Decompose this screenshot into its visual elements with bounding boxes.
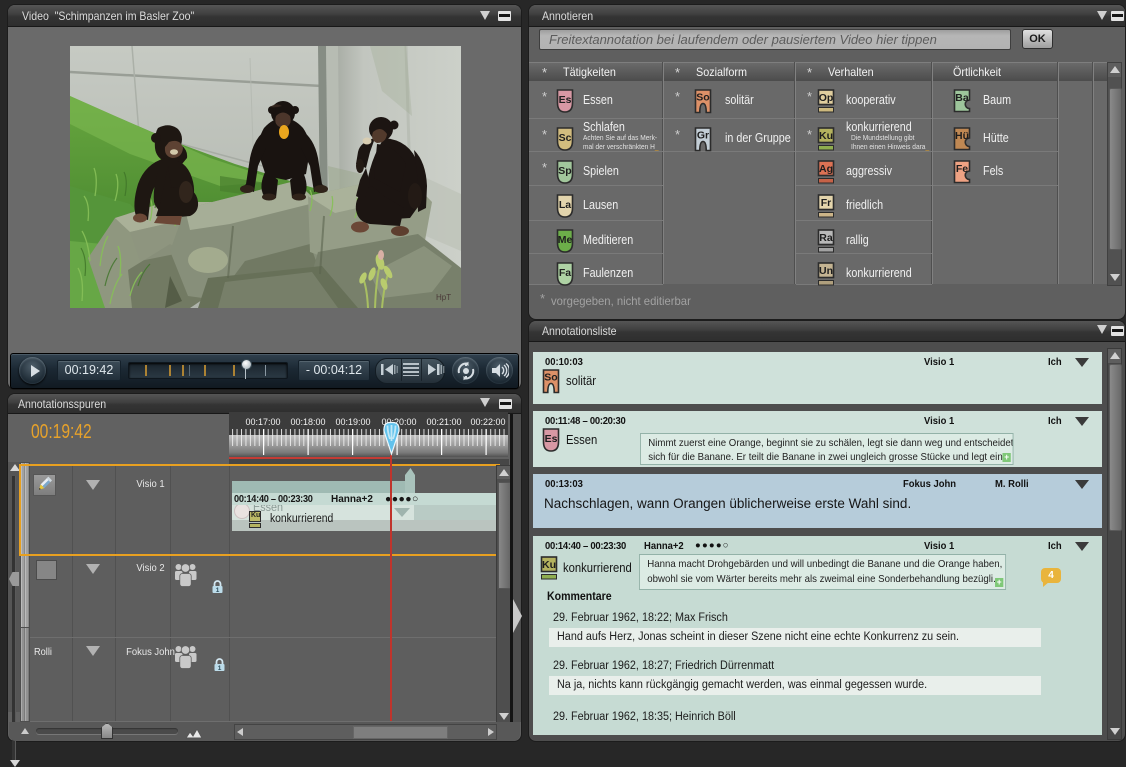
svg-text:HpT: HpT <box>436 293 451 302</box>
svg-text:Ag: Ag <box>819 163 833 175</box>
svg-text:Op: Op <box>819 92 834 104</box>
svg-text:Fa: Fa <box>559 267 571 279</box>
svg-text:So: So <box>696 92 709 104</box>
svg-text:Es: Es <box>545 433 558 445</box>
svg-text:Ra: Ra <box>819 232 833 244</box>
svg-text:Sp: Sp <box>558 165 571 177</box>
svg-text:Hü: Hü <box>955 130 969 142</box>
svg-text:Sc: Sc <box>559 132 572 144</box>
svg-text:La: La <box>559 199 571 211</box>
svg-text:Un: Un <box>819 265 833 277</box>
svg-text:Es: Es <box>559 94 572 106</box>
svg-text:Ku: Ku <box>542 559 556 571</box>
svg-text:1: 1 <box>216 587 220 594</box>
svg-text:1: 1 <box>218 665 222 672</box>
svg-text:Fr: Fr <box>821 197 832 209</box>
svg-text:Ku: Ku <box>819 130 833 142</box>
svg-text:Me: Me <box>558 234 573 246</box>
svg-text:So: So <box>544 372 557 384</box>
svg-text:Fe: Fe <box>956 163 968 175</box>
svg-text:Gr: Gr <box>697 130 709 142</box>
svg-text:Ba: Ba <box>955 92 969 104</box>
